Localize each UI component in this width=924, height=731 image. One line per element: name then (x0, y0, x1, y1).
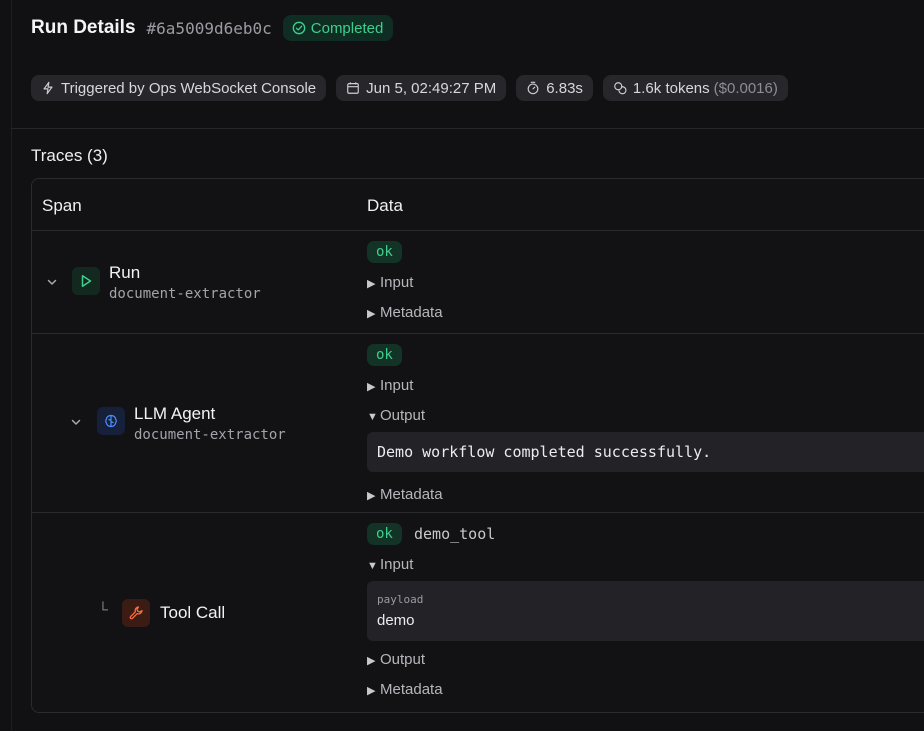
run-span-icon (72, 267, 100, 295)
run-meta-chips: Triggered by Ops WebSocket Console Jun 5… (31, 75, 788, 101)
lightning-icon (43, 81, 53, 95)
sidebar-edge (11, 0, 12, 731)
input-toggle[interactable]: ▶ Input (367, 377, 413, 394)
chevron-down-icon[interactable] (70, 416, 82, 428)
table-header: Span Data (32, 179, 924, 231)
tool-name: demo_tool (414, 525, 496, 543)
span-status-badge: ok (367, 523, 402, 545)
col-data-header: Data (367, 196, 403, 215)
span-subtitle: document-extractor (109, 286, 261, 302)
check-circle-icon (292, 21, 306, 35)
metadata-toggle[interactable]: ▶ Metadata (367, 486, 443, 503)
status-text: Completed (310, 19, 384, 37)
status-badge: Completed (282, 15, 394, 41)
input-panel: payload demo (367, 581, 924, 641)
chevron-down-icon[interactable] (46, 276, 58, 288)
duration-text: 6.83s (546, 79, 583, 97)
page-header: Run Details #6a5009d6eb0c Completed (31, 14, 394, 42)
cost-text: ($0.0016) (713, 79, 778, 97)
payload-key: payload (377, 593, 424, 606)
output-text: Demo workflow completed successfully. (377, 443, 712, 461)
span-name: Tool Call (160, 603, 226, 622)
play-icon (81, 275, 92, 287)
input-toggle[interactable]: ▼ Input (367, 556, 413, 573)
duration-chip: 6.83s (516, 75, 593, 101)
agent-span-icon (97, 407, 125, 435)
coins-icon (614, 82, 627, 95)
output-toggle[interactable]: ▼ Output (367, 407, 425, 424)
span-name: Run (109, 263, 141, 282)
tree-branch-icon: └ (98, 601, 108, 617)
span-name: LLM Agent (134, 404, 216, 423)
output-label: Output (380, 407, 426, 424)
col-span-header: Span (42, 196, 82, 215)
input-label: Input (380, 274, 414, 291)
metadata-label: Metadata (380, 304, 443, 321)
metadata-label: Metadata (380, 486, 443, 503)
tool-span-icon (122, 599, 150, 627)
trigger-chip: Triggered by Ops WebSocket Console (31, 75, 327, 101)
payload-value: demo (377, 612, 415, 629)
input-label: Input (380, 556, 414, 573)
tokens-text: 1.6k tokens (632, 79, 710, 97)
output-panel: Demo workflow completed successfully. (367, 432, 924, 472)
wrench-icon (129, 606, 143, 620)
brain-icon (105, 414, 117, 428)
table-row[interactable]: LLM Agent document-extractor ok ▶ Input ▼… (32, 334, 924, 513)
tokens-chip: 1.6k tokens ($0.0016) (602, 75, 788, 101)
page-title: Run Details (31, 17, 136, 38)
traces-table: Span Data Run document-extractor ok ▶ Inp… (31, 178, 924, 713)
header-divider (11, 128, 924, 129)
date-text: Jun 5, 02:49:27 PM (366, 79, 497, 97)
date-chip: Jun 5, 02:49:27 PM (336, 75, 507, 101)
span-subtitle: document-extractor (134, 427, 286, 443)
input-toggle[interactable]: ▶ Input (367, 274, 413, 291)
metadata-label: Metadata (380, 681, 443, 698)
table-row[interactable]: Run document-extractor ok ▶ Input ▶ Metada… (32, 231, 924, 334)
timer-icon (527, 81, 539, 95)
span-status-badge: ok (367, 344, 402, 366)
trigger-text: Triggered by Ops WebSocket Console (61, 79, 317, 97)
output-label: Output (380, 651, 426, 668)
traces-heading: Traces (3) (31, 146, 108, 165)
output-toggle[interactable]: ▶ Output (367, 651, 425, 668)
metadata-toggle[interactable]: ▶ Metadata (367, 681, 443, 698)
table-row[interactable]: └ Tool Call ok demo_tool ▼ Input payload … (32, 513, 924, 712)
calendar-icon (347, 82, 359, 94)
metadata-toggle[interactable]: ▶ Metadata (367, 304, 443, 321)
span-status-badge: ok (367, 241, 402, 263)
input-label: Input (380, 377, 414, 394)
run-id: #6a5009d6eb0c (146, 18, 272, 38)
